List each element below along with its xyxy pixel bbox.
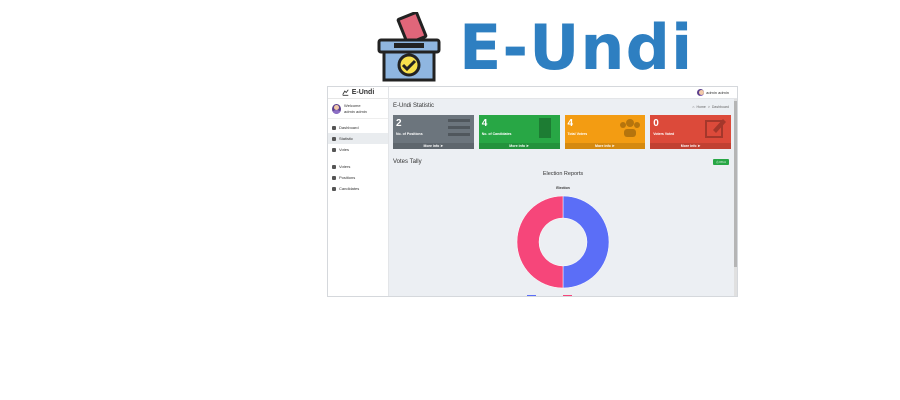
card-label: No. of Positions: [396, 132, 423, 136]
sidebar-item-label: Votes: [339, 147, 350, 152]
sidebar-item-statistic[interactable]: Statistic: [328, 133, 388, 144]
topbar: admin admin: [389, 87, 737, 99]
list-icon: [332, 147, 336, 152]
card-label: Voters Voted: [653, 132, 675, 136]
card-voters: 4 Total Voters More info ➤: [564, 115, 646, 149]
page: E-Undi E-Undi Welcome admin admin Dashbo…: [0, 0, 900, 400]
breadcrumb-current: Dashboard: [711, 105, 729, 109]
id-card-icon: [538, 118, 551, 138]
gauge-icon: [332, 125, 336, 130]
donut-chart: Election MPP STAFF MPP ISTEM: [516, 186, 610, 297]
page-title: E-Undi Statistic: [393, 103, 435, 109]
more-info-link[interactable]: More info ➤: [650, 143, 731, 149]
card-label: Total Voters: [567, 132, 588, 136]
chart-title: Election Reports: [542, 171, 584, 177]
card-number: 2: [396, 118, 402, 129]
brand-label: E-Undi: [351, 89, 375, 96]
legend-swatch-1[interactable]: [563, 295, 572, 297]
breadcrumb: ⌂ Home > Dashboard: [692, 105, 729, 109]
sidebar-item-dashboard[interactable]: Dashboard: [328, 122, 388, 133]
edit-icon: [705, 119, 726, 138]
tasks-icon: [332, 175, 336, 180]
sidebar-item-voters[interactable]: Voters: [328, 161, 388, 172]
app-screenshot: E-Undi Welcome admin admin Dashboard Sta…: [327, 86, 738, 297]
more-info-link[interactable]: More info ➤: [393, 143, 474, 149]
more-info-link[interactable]: More info ➤: [564, 143, 646, 149]
id-card-icon: [332, 186, 336, 191]
legend-swatch-0[interactable]: [527, 295, 536, 297]
chart-series-title: Election: [556, 186, 570, 190]
card-number: 0: [653, 118, 659, 129]
stat-cards: 2 No. of Positions More info ➤ 4 No. of …: [393, 115, 731, 149]
legend-label-0: MPP STAFF: [538, 295, 555, 297]
donut-slice-1[interactable]: [516, 195, 564, 289]
sidebar-nav: Dashboard Statistic Votes Voters Positio…: [328, 119, 388, 194]
tasks-icon: [447, 119, 470, 136]
sidebar-item-votes[interactable]: Votes: [328, 144, 388, 155]
users-icon: [620, 119, 641, 137]
logo-title: E-Undi: [459, 11, 694, 84]
scrollbar-thumb[interactable]: [734, 101, 737, 267]
brand[interactable]: E-Undi: [328, 87, 388, 99]
legend-label-1: MPP ISTEM: [574, 295, 591, 297]
avatar: [332, 103, 341, 114]
sidebar: E-Undi Welcome admin admin Dashboard Sta…: [328, 87, 389, 296]
sidebar-item-positions[interactable]: Positions: [328, 172, 388, 183]
card-number: 4: [481, 118, 488, 129]
card-number: 4: [567, 118, 574, 129]
print-button[interactable]: ⎙ Print: [713, 159, 729, 165]
card-candidates: 4 No. of Candidates More info ➤: [478, 115, 560, 149]
election-chart: Election MPP STAFF MPP ISTEM: [389, 185, 737, 297]
chart-icon: [332, 136, 336, 141]
card-positions: 2 No. of Positions More info ➤: [393, 115, 474, 149]
more-info-link[interactable]: More info ➤: [478, 143, 560, 149]
votes-tally-title: Votes Tally: [393, 159, 422, 165]
sidebar-item-label: Candidates: [339, 186, 360, 191]
user-name: admin admin: [344, 108, 367, 114]
user-panel[interactable]: Welcome admin admin: [328, 99, 388, 119]
sidebar-item-candidates[interactable]: Candidates: [328, 183, 388, 194]
sidebar-item-label: Statistic: [339, 136, 354, 141]
ballot-box-icon: [377, 12, 441, 82]
sidebar-item-label: Voters: [339, 164, 351, 169]
donut-slice-0[interactable]: [562, 195, 610, 289]
home-icon: ⌂: [692, 105, 695, 109]
scrollbar[interactable]: [734, 99, 737, 296]
sidebar-item-label: Dashboard: [339, 125, 359, 130]
card-label: No. of Candidates: [481, 132, 512, 136]
topbar-user-name: admin admin: [706, 90, 729, 95]
card-voted: 0 Voters Voted More info ➤: [650, 115, 731, 149]
vote-hand-icon: [342, 89, 349, 96]
user-menu[interactable]: admin admin: [697, 89, 729, 96]
breadcrumb-home[interactable]: Home: [696, 105, 705, 109]
avatar: [697, 89, 705, 96]
users-icon: [332, 164, 336, 169]
sidebar-item-label: Positions: [339, 175, 356, 180]
main-content: E-Undi Statistic ⌂ Home > Dashboard 2 No…: [389, 99, 737, 296]
